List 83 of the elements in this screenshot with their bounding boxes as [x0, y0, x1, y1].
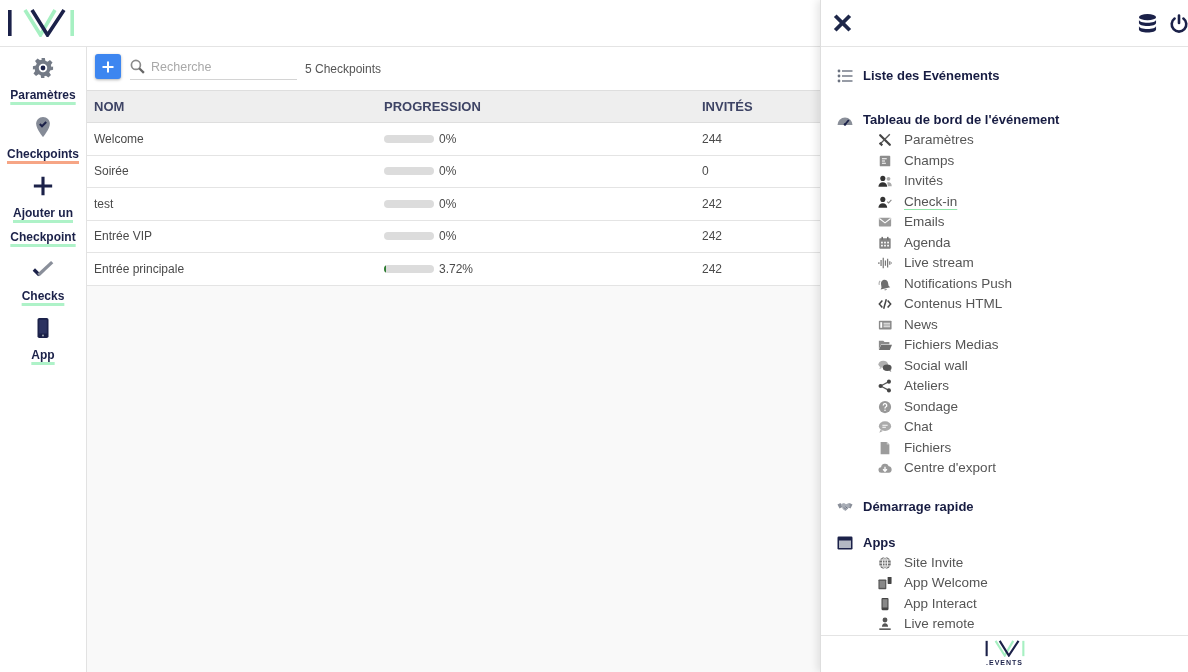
search-icon	[130, 59, 145, 74]
cloud-download-icon	[878, 461, 892, 476]
sidebar-item[interactable]: Paramètres	[3, 57, 83, 106]
file-icon	[878, 440, 892, 455]
checkpoint-name: Soirée	[94, 163, 129, 181]
devices-icon	[878, 576, 892, 591]
menu-item[interactable]: Paramètres	[821, 130, 1188, 151]
database-icon	[1138, 12, 1157, 34]
menu-item[interactable]: Check-in	[821, 191, 1188, 212]
menu-item[interactable]: Agenda	[821, 232, 1188, 253]
menu-item[interactable]: Centre d'export	[821, 458, 1188, 479]
close-button[interactable]	[832, 13, 853, 33]
logo-icon	[984, 640, 1025, 658]
column-header: NOM	[94, 97, 125, 116]
menu-heading[interactable]: Démarrage rapide	[821, 496, 1188, 517]
form-icon	[878, 153, 892, 168]
list-icon	[837, 68, 853, 84]
checkpoint-name: Entrée VIP	[94, 228, 153, 246]
checkpoint-name: Welcome	[94, 130, 144, 148]
menu-item[interactable]: Invités	[821, 171, 1188, 192]
database-button[interactable]	[1138, 12, 1157, 34]
waveform-icon	[878, 256, 892, 271]
menu-item[interactable]: Chat	[821, 417, 1188, 438]
menu-item[interactable]: Live stream	[821, 253, 1188, 274]
logo-icon	[7, 9, 75, 37]
progress-bar	[384, 264, 434, 273]
gear-icon	[32, 57, 54, 79]
menu-item[interactable]: Fichiers	[821, 437, 1188, 458]
invite-count: 242	[702, 260, 723, 278]
users-icon	[878, 174, 892, 189]
globe-icon	[878, 555, 892, 570]
code-icon	[878, 297, 892, 312]
menu-item[interactable]: App Welcome	[821, 573, 1188, 594]
user-check-icon	[878, 194, 892, 209]
power-icon	[1170, 13, 1188, 33]
checkpoint-count: 5 Checkpoints	[305, 61, 382, 78]
percent-text: 3.72%	[439, 260, 474, 278]
invite-count: 242	[702, 228, 723, 246]
menu-item[interactable]: Emails	[821, 212, 1188, 233]
power-button[interactable]	[1170, 13, 1188, 33]
calendar-icon	[878, 235, 892, 250]
help-icon	[878, 399, 892, 414]
comment-icon	[878, 420, 892, 435]
sidebar-item[interactable]: Checks	[3, 258, 83, 307]
menu-item[interactable]: Sondage	[821, 396, 1188, 417]
add-button[interactable]	[95, 54, 121, 79]
sidebar-item[interactable]: App	[3, 317, 83, 366]
menu-heading[interactable]: Apps	[821, 532, 1188, 553]
window-icon	[837, 534, 853, 551]
share-icon	[878, 379, 892, 394]
menu-item[interactable]: Site Invite	[821, 552, 1188, 573]
tools-icon	[878, 133, 892, 148]
checkpoint-name: Entrée principale	[94, 260, 185, 278]
percent-text: 0%	[439, 195, 457, 213]
checkpoint-name: test	[94, 195, 114, 213]
comments-icon	[878, 358, 892, 373]
menu-item[interactable]: Ateliers	[821, 376, 1188, 397]
folder-icon	[878, 338, 892, 353]
percent-text: 0%	[439, 228, 457, 246]
percent-text: 0%	[439, 163, 457, 181]
sidebar-item[interactable]: Checkpoints	[3, 116, 83, 165]
column-header: INVITÉS	[702, 97, 753, 116]
invite-count: 0	[702, 163, 709, 181]
search-field[interactable]: Recherche	[151, 55, 291, 78]
close-icon	[832, 13, 853, 33]
menu-item[interactable]: Social wall	[821, 355, 1188, 376]
menu-heading[interactable]: Liste des Evénements	[821, 66, 1188, 86]
menu-item[interactable]: News	[821, 314, 1188, 335]
person-icon	[878, 617, 892, 632]
menu-heading[interactable]: Tableau de bord de l'événement	[821, 110, 1188, 130]
menu-item[interactable]: Fichiers Medias	[821, 335, 1188, 356]
plus-icon	[102, 60, 114, 73]
column-header: PROGRESSION	[384, 97, 481, 116]
percent-text: 0%	[439, 130, 457, 148]
menu-item[interactable]: Champs	[821, 150, 1188, 171]
invite-count: 242	[702, 195, 723, 213]
plus-icon	[32, 175, 54, 197]
menu-item[interactable]: Contenus HTML	[821, 294, 1188, 315]
menu-item[interactable]: Live remote	[821, 614, 1188, 635]
invite-count: 244	[702, 130, 723, 148]
menu-item[interactable]: Notifications Push	[821, 273, 1188, 294]
sidebar-item[interactable]: Ajouter un Checkpoint	[3, 175, 83, 248]
menu-item[interactable]: App Interact	[821, 593, 1188, 614]
